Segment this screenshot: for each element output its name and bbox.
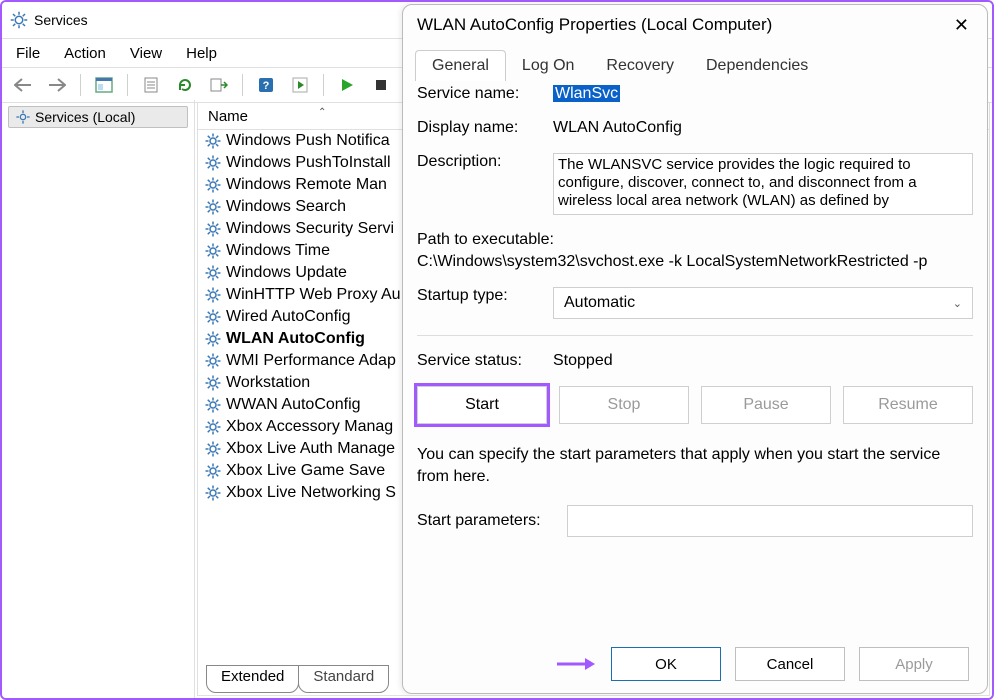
service-name: Windows Time	[226, 242, 330, 260]
service-name: Workstation	[226, 374, 310, 392]
column-header-label: Name	[208, 108, 248, 125]
menu-help[interactable]: Help	[186, 45, 217, 62]
menu-action[interactable]: Action	[64, 45, 106, 62]
tab-recovery[interactable]: Recovery	[590, 51, 690, 81]
value-path: C:\Windows\system32\svchost.exe -k Local…	[417, 253, 927, 271]
service-name: Windows Search	[226, 198, 346, 216]
service-control-buttons: Start Stop Pause Resume	[417, 386, 973, 424]
label-service-status: Service status:	[417, 352, 553, 370]
label-description: Description:	[417, 153, 553, 171]
label-start-parameters: Start parameters:	[417, 512, 567, 530]
close-button[interactable]: ✕	[950, 12, 973, 38]
toolbar-separator	[127, 74, 128, 96]
dialog-footer: OK Cancel Apply	[557, 647, 969, 681]
app-frame: Services File Action View Help ?	[0, 0, 994, 700]
service-name: Windows Push Notifica	[226, 132, 390, 150]
tree-root-label: Services (Local)	[35, 109, 135, 125]
service-name: Windows Security Servi	[226, 220, 394, 238]
service-name: Xbox Accessory Manag	[226, 418, 393, 436]
dialog-titlebar: WLAN AutoConfig Properties (Local Comput…	[403, 5, 987, 45]
divider	[417, 335, 973, 336]
view-tabs: Extended Standard	[206, 665, 388, 693]
service-name: Windows Remote Man	[226, 176, 387, 194]
start-params-note: You can specify the start parameters tha…	[417, 444, 973, 487]
label-display-name: Display name:	[417, 119, 553, 137]
service-name: Xbox Live Networking S	[226, 484, 396, 502]
properties-dialog: WLAN AutoConfig Properties (Local Comput…	[402, 4, 988, 694]
apply-button: Apply	[859, 647, 969, 681]
start-service-button[interactable]	[334, 72, 360, 98]
run-button[interactable]	[287, 72, 313, 98]
sort-indicator-icon: ⌃	[318, 107, 326, 118]
general-panel: Service name: WlanSvc Display name: WLAN…	[417, 85, 973, 631]
stop-button: Stop	[559, 386, 689, 424]
toolbar-separator	[80, 74, 81, 96]
gear-icon	[15, 109, 31, 125]
toolbar-separator	[242, 74, 243, 96]
label-service-name: Service name:	[417, 85, 553, 103]
svg-text:?: ?	[263, 80, 270, 92]
service-name: Wired AutoConfig	[226, 308, 351, 326]
service-name: WMI Performance Adap	[226, 352, 396, 370]
label-path: Path to executable:	[417, 231, 973, 249]
services-title: Services	[34, 12, 88, 28]
stop-service-button[interactable]	[368, 72, 394, 98]
service-name: WWAN AutoConfig	[226, 396, 361, 414]
ok-button[interactable]: OK	[611, 647, 721, 681]
service-name: Xbox Live Game Save	[226, 462, 385, 480]
service-name: WinHTTP Web Proxy Au	[226, 286, 401, 304]
service-name: Windows Update	[226, 264, 347, 282]
tab-dependencies[interactable]: Dependencies	[690, 51, 824, 81]
service-name: Xbox Live Auth Manage	[226, 440, 395, 458]
toolbar-separator	[323, 74, 324, 96]
refresh-button[interactable]	[172, 72, 198, 98]
forward-button[interactable]	[44, 72, 70, 98]
dialog-tabs: General Log On Recovery Dependencies	[403, 45, 987, 81]
tree-pane: Services (Local)	[2, 100, 195, 698]
service-name: WLAN AutoConfig	[226, 330, 365, 348]
start-button[interactable]: Start	[417, 386, 547, 424]
properties-button[interactable]	[138, 72, 164, 98]
service-name: Windows PushToInstall	[226, 154, 391, 172]
value-service-status: Stopped	[553, 352, 973, 370]
tab-standard[interactable]: Standard	[298, 665, 389, 693]
resume-button: Resume	[843, 386, 973, 424]
gear-icon	[10, 11, 28, 29]
tab-extended[interactable]: Extended	[206, 665, 299, 693]
tab-general[interactable]: General	[415, 50, 506, 81]
show-hide-tree-button[interactable]	[91, 72, 117, 98]
tab-logon[interactable]: Log On	[506, 51, 590, 81]
back-button[interactable]	[10, 72, 36, 98]
description-box[interactable]: The WLANSVC service provides the logic r…	[553, 153, 973, 215]
pause-button: Pause	[701, 386, 831, 424]
startup-type-value: Automatic	[564, 294, 635, 312]
menu-view[interactable]: View	[130, 45, 162, 62]
menu-file[interactable]: File	[16, 45, 40, 62]
export-button[interactable]	[206, 72, 232, 98]
tree-root-services-local[interactable]: Services (Local)	[8, 106, 188, 128]
value-display-name: WLAN AutoConfig	[553, 119, 973, 137]
chevron-down-icon: ⌄	[953, 297, 962, 310]
cancel-button[interactable]: Cancel	[735, 647, 845, 681]
help-button[interactable]: ?	[253, 72, 279, 98]
value-service-name[interactable]: WlanSvc	[553, 85, 620, 102]
label-startup-type: Startup type:	[417, 287, 553, 305]
dialog-title: WLAN AutoConfig Properties (Local Comput…	[417, 15, 772, 35]
start-parameters-input[interactable]	[567, 505, 973, 537]
startup-type-dropdown[interactable]: Automatic ⌄	[553, 287, 973, 319]
highlight-arrow-icon	[557, 654, 597, 674]
